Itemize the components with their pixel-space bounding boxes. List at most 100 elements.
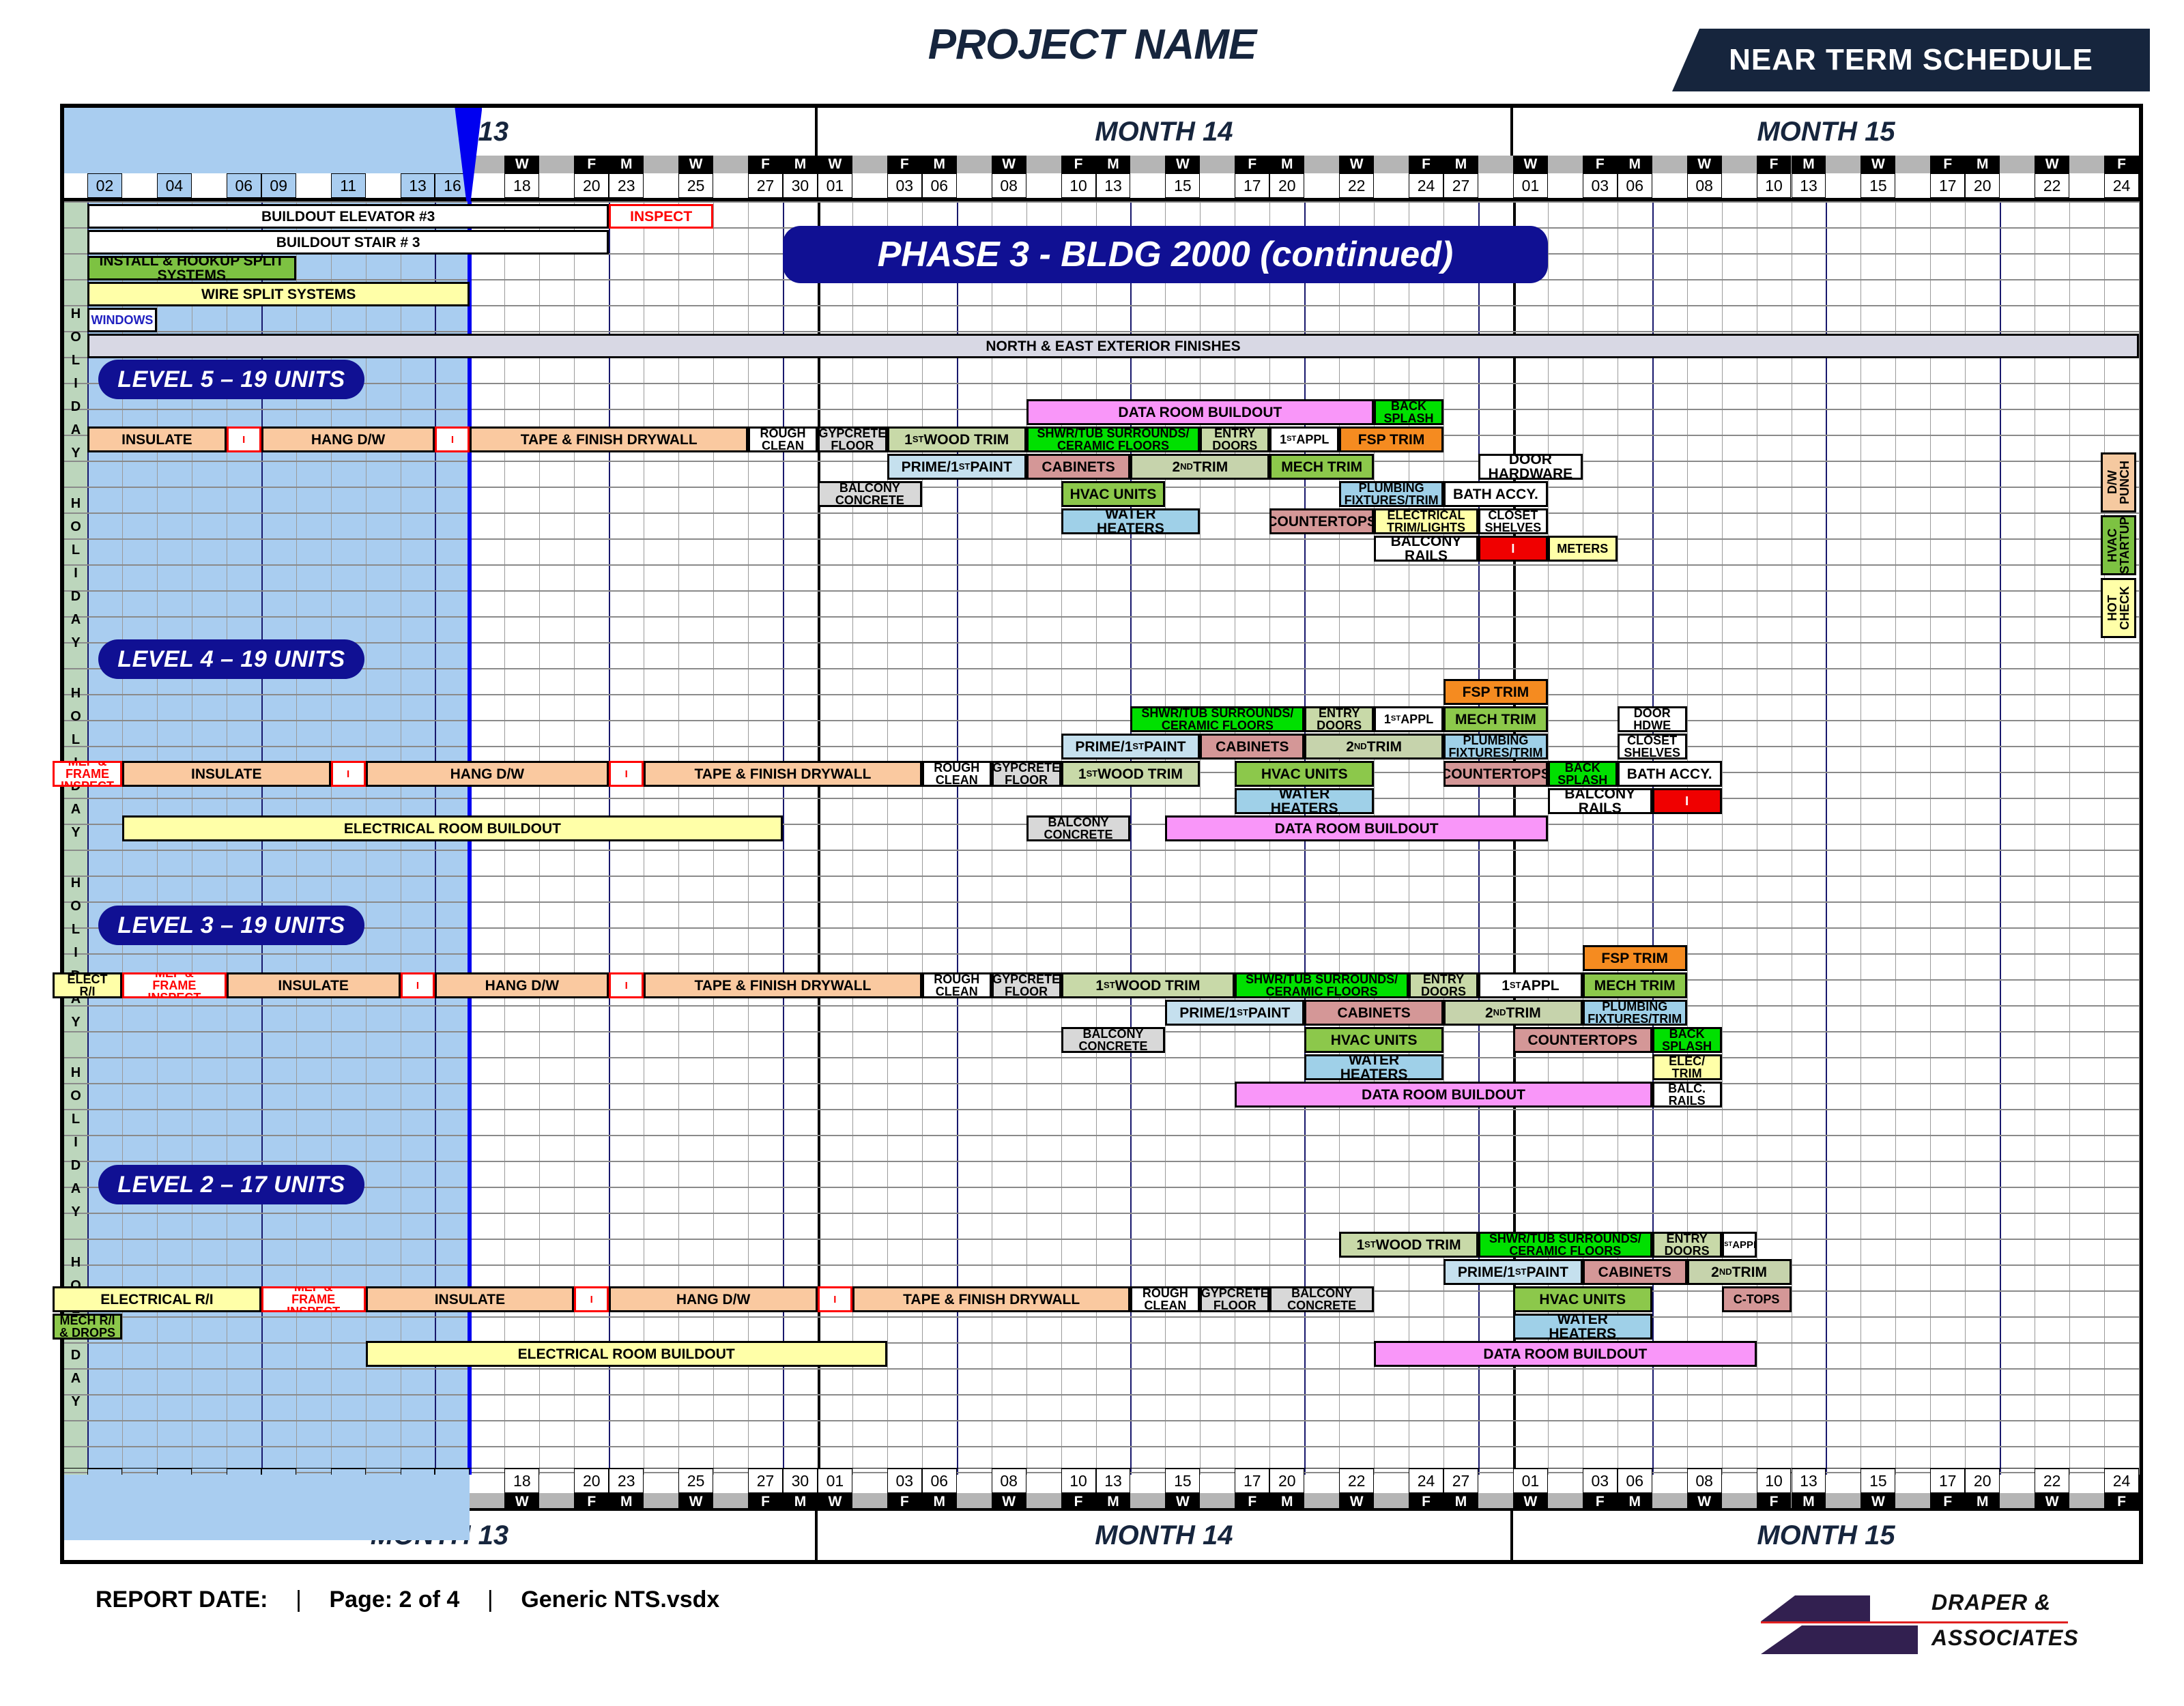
side-bar-hvac-startup[interactable]: HVAC STARTUP <box>2101 515 2136 575</box>
bar-water-heaters[interactable]: WATER HEATERS <box>1061 508 1201 534</box>
bar-i[interactable]: I <box>609 761 644 787</box>
bar-closet-shelves[interactable]: CLOSET SHELVES <box>1478 508 1548 534</box>
bar-cabinets[interactable]: CABINETS <box>1582 1259 1687 1285</box>
bar-windows[interactable]: WINDOWS <box>87 308 157 332</box>
bar-shwr-tub-surrounds-ceramic-floors[interactable]: SHWR/TUB SURROUNDS/CERAMIC FLOORS <box>1478 1232 1652 1258</box>
bar-hang-d-w[interactable]: HANG D/W <box>435 972 609 998</box>
bar-entry-doors[interactable]: ENTRY DOORS <box>1304 706 1375 732</box>
bar-prime-1st-paint[interactable]: PRIME/1 ST PAINT <box>1061 734 1201 760</box>
bar-hang-d-w[interactable]: HANG D/W <box>609 1286 818 1312</box>
bar-mep-frame-inspect[interactable]: MEP & FRAME INSPECT <box>53 761 122 787</box>
bar-hang-d-w[interactable]: HANG D/W <box>261 426 435 452</box>
bar-electrical-room-buildout[interactable]: ELECTRICAL ROOM BUILDOUT <box>121 815 783 841</box>
bar-data-room-buildout[interactable]: DATA ROOM BUILDOUT <box>1026 399 1375 425</box>
bar-i[interactable]: I <box>1652 788 1722 814</box>
bar-balcony-concrete[interactable]: BALCONY CONCRETE <box>1026 815 1131 841</box>
bar-i[interactable]: I <box>817 1286 852 1312</box>
bar-i[interactable]: I <box>330 761 366 787</box>
bar-back-splash[interactable]: BACK SPLASH <box>1652 1027 1722 1053</box>
bar-north-east-exterior-finishes[interactable]: NORTH & EAST EXTERIOR FINISHES <box>87 334 2139 358</box>
bar-i[interactable]: I <box>1478 536 1548 562</box>
bar-closet-shelves[interactable]: CLOSET SHELVES <box>1617 734 1687 760</box>
bar-2nd-trim[interactable]: 2 ND TRIM <box>1130 454 1270 480</box>
bar-electrical-r-i[interactable]: ELECTRICAL R/I <box>53 1286 261 1312</box>
bar-1st-wood-trim[interactable]: 1 ST WOOD TRIM <box>1339 1232 1478 1258</box>
bar-mech-trim[interactable]: MECH TRIM <box>1269 454 1375 480</box>
bar-gypcrete-floor[interactable]: GYPCRETE FLOOR <box>1200 1286 1270 1312</box>
bar-tape-finish-drywall[interactable]: TAPE & FINISH DRYWALL <box>852 1286 1131 1312</box>
bar-fsp-trim[interactable]: FSP TRIM <box>1582 945 1687 971</box>
bar-rough-clean[interactable]: ROUGH CLEAN <box>921 761 992 787</box>
bar-mep-frame-inspect[interactable]: MEP & FRAME INSPECT <box>121 972 227 998</box>
bar-water-heaters[interactable]: WATER HEATERS <box>1512 1314 1652 1340</box>
bar-insulate[interactable]: INSULATE <box>226 972 401 998</box>
bar-fsp-trim[interactable]: FSP TRIM <box>1443 679 1548 705</box>
bar-countertops[interactable]: COUNTERTOPS <box>1512 1027 1652 1053</box>
bar-install-hookup-split-systems[interactable]: INSTALL & HOOKUP SPLIT SYSTEMS <box>87 256 296 280</box>
bar-hvac-units[interactable]: HVAC UNITS <box>1304 1027 1443 1053</box>
bar-shwr-tub-surrounds-ceramic-floors[interactable]: SHWR/TUB SURROUNDS/CERAMIC FLOORS <box>1130 706 1305 732</box>
bar-data-room-buildout[interactable]: DATA ROOM BUILDOUT <box>1235 1082 1652 1108</box>
bar-rough-clean[interactable]: ROUGH CLEAN <box>1130 1286 1201 1312</box>
bar-back-splash[interactable]: BACK SPLASH <box>1374 399 1443 425</box>
bar-entry-doors[interactable]: ENTRY DOORS <box>1409 972 1478 998</box>
bar-hang-d-w[interactable]: HANG D/W <box>365 761 609 787</box>
side-bar-d-w-punch[interactable]: D/W PUNCH <box>2101 452 2136 512</box>
bar-i[interactable]: I <box>574 1286 609 1312</box>
bar-mech-r-i-drops[interactable]: MECH R/I & DROPS <box>53 1314 122 1340</box>
bar-balcony-rails[interactable]: BALCONY RAILS <box>1547 788 1652 814</box>
bar-cabinets[interactable]: CABINETS <box>1304 1000 1443 1026</box>
bar-hvac-units[interactable]: HVAC UNITS <box>1235 761 1375 787</box>
bar-door-hardware[interactable]: DOOR HARDWARE <box>1478 454 1583 480</box>
bar-hvac-units[interactable]: HVAC UNITS <box>1061 481 1166 507</box>
bar-countertops[interactable]: COUNTERTOPS <box>1443 761 1548 787</box>
bar-back-splash[interactable]: BACK SPLASH <box>1547 761 1618 787</box>
bar-hvac-units[interactable]: HVAC UNITS <box>1512 1286 1652 1312</box>
bar-plumbing-fixtures-trim[interactable]: PLUMBING FIXTURES/TRIM <box>1339 481 1443 507</box>
bar-cabinets[interactable]: CABINETS <box>1026 454 1131 480</box>
bar-meters[interactable]: METERS <box>1547 536 1618 562</box>
bar-bath-accy[interactable]: BATH ACCY. <box>1617 761 1722 787</box>
bar-gypcrete-floor[interactable]: GYPCRETE FLOOR <box>991 972 1061 998</box>
bar-buildout-elevator-3[interactable]: BUILDOUT ELEVATOR #3 <box>87 204 609 229</box>
bar-shwr-tub-surrounds-ceramic-floors[interactable]: SHWR/TUB SURROUNDS/CERAMIC FLOORS <box>1026 426 1201 452</box>
bar-cabinets[interactable]: CABINETS <box>1200 734 1305 760</box>
bar-mech-trim[interactable]: MECH TRIM <box>1582 972 1687 998</box>
bar-insulate[interactable]: INSULATE <box>121 761 331 787</box>
bar-tape-finish-drywall[interactable]: TAPE & FINISH DRYWALL <box>644 972 922 998</box>
bar-mep-frame-inspect[interactable]: MEP & FRAME INSPECT <box>261 1286 366 1312</box>
bar-1st-wood-trim[interactable]: 1 ST WOOD TRIM <box>1061 761 1201 787</box>
bar-plumbing-fixtures-trim[interactable]: PLUMBING FIXTURES/TRIM <box>1582 1000 1687 1026</box>
bar-i[interactable]: I <box>435 426 470 452</box>
bar-entry-doors[interactable]: ENTRY DOORS <box>1200 426 1270 452</box>
bar-water-heaters[interactable]: WATER HEATERS <box>1304 1054 1443 1080</box>
bar-balcony-concrete[interactable]: BALCONY CONCRETE <box>817 481 922 507</box>
bar-tape-finish-drywall[interactable]: TAPE & FINISH DRYWALL <box>470 426 749 452</box>
bar-gypcrete-floor[interactable]: GYPCRETE FLOOR <box>991 761 1061 787</box>
bar-balc-rails[interactable]: BALC. RAILS <box>1652 1082 1722 1108</box>
bar-bath-accy[interactable]: BATH ACCY. <box>1443 481 1548 507</box>
bar-tape-finish-drywall[interactable]: TAPE & FINISH DRYWALL <box>644 761 922 787</box>
bar-rough-clean[interactable]: ROUGH CLEAN <box>921 972 992 998</box>
bar-countertops[interactable]: COUNTERTOPS <box>1269 508 1375 534</box>
bar-balcony-concrete[interactable]: BALCONY CONCRETE <box>1269 1286 1375 1312</box>
bar-i[interactable]: I <box>609 972 644 998</box>
bar-mech-trim[interactable]: MECH TRIM <box>1443 706 1548 732</box>
bar-electrical-trim-lights[interactable]: ELECTRICAL TRIM/LIGHTS <box>1374 508 1478 534</box>
bar-balcony-rails[interactable]: BALCONY RAILS <box>1374 536 1478 562</box>
bar-rough-clean[interactable]: ROUGH CLEAN <box>748 426 818 452</box>
bar-data-room-buildout[interactable]: DATA ROOM BUILDOUT <box>1374 1341 1757 1367</box>
bar-shwr-tub-surrounds-ceramic-floors[interactable]: SHWR/TUB SURROUNDS/CERAMIC FLOORS <box>1235 972 1409 998</box>
bar-entry-doors[interactable]: ENTRY DOORS <box>1652 1232 1722 1258</box>
bar-prime-1st-paint[interactable]: PRIME/1 ST PAINT <box>887 454 1026 480</box>
bar-door-hdwe[interactable]: DOOR HDWE <box>1617 706 1687 732</box>
side-bar-hot-check[interactable]: HOT CHECK <box>2101 578 2136 638</box>
bar-wire-split-systems[interactable]: WIRE SPLIT SYSTEMS <box>87 282 470 306</box>
bar-1st-wood-trim[interactable]: 1 ST WOOD TRIM <box>887 426 1026 452</box>
bar-electrical-room-buildout[interactable]: ELECTRICAL ROOM BUILDOUT <box>365 1341 887 1367</box>
bar-inspect[interactable]: INSPECT <box>609 204 714 229</box>
bar-2nd-trim[interactable]: 2 ND TRIM <box>1304 734 1443 760</box>
bar-1st-wood-trim[interactable]: 1 ST WOOD TRIM <box>1061 972 1235 998</box>
bar-2nd-trim[interactable]: 2 ND TRIM <box>1686 1259 1792 1285</box>
bar-elect-r-i[interactable]: ELECT R/I <box>53 972 122 998</box>
